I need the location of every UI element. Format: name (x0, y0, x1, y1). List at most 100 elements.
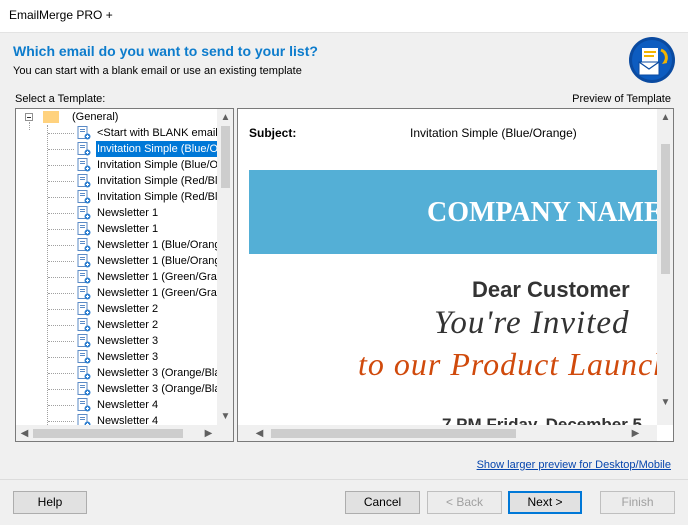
template-item-label: Newsletter 1 (97, 207, 159, 219)
template-item[interactable]: Newsletter 2 (16, 301, 217, 317)
cancel-button[interactable]: Cancel (345, 491, 420, 514)
scroll-right-icon[interactable]: ▶ (200, 425, 217, 441)
template-file-icon (77, 174, 91, 188)
preview-hscroll-thumb[interactable] (271, 429, 516, 438)
template-file-icon (77, 350, 91, 364)
template-item[interactable]: Newsletter 4 (16, 397, 217, 413)
template-file-icon (77, 190, 91, 204)
tree-vertical-scrollbar[interactable]: ▲ ▼ (217, 109, 233, 425)
tree-horizontal-scrollbar[interactable]: ◀ ▶ (16, 425, 217, 441)
template-file-icon (77, 398, 91, 412)
greeting-text: Dear Customer (472, 277, 630, 302)
template-item-label: Invitation Simple (Blue/Orange) (97, 159, 217, 171)
scroll-up-icon[interactable]: ▲ (217, 109, 233, 126)
template-item[interactable]: Newsletter 1 (Green/Gray) (16, 269, 217, 285)
template-item-label: Newsletter 3 (Orange/Black) (97, 383, 217, 395)
template-file-icon (77, 126, 91, 140)
template-file-icon (77, 238, 91, 252)
preview-horizontal-scrollbar[interactable]: ◀ ▶ (238, 425, 657, 441)
scroll-up-icon[interactable]: ▲ (657, 109, 673, 126)
template-item[interactable]: Invitation Simple (Blue/Orange) (16, 140, 217, 158)
template-item[interactable]: Newsletter 4 (16, 413, 217, 425)
larger-preview-link[interactable]: Show larger preview for Desktop/Mobile (477, 459, 671, 471)
template-file-icon (77, 222, 91, 236)
finish-button[interactable]: Finish (600, 491, 675, 514)
template-item[interactable]: Newsletter 3 (Orange/Black) (16, 381, 217, 397)
template-item[interactable]: <Start with BLANK email> (16, 125, 217, 141)
title-bar: EmailMerge PRO + (0, 0, 688, 33)
template-item-label: Newsletter 3 (97, 351, 159, 363)
scroll-right-icon[interactable]: ▶ (627, 425, 644, 441)
template-file-icon (77, 206, 91, 220)
template-item[interactable]: Newsletter 1 (Green/Gray) (16, 285, 217, 301)
template-file-icon (77, 366, 91, 380)
company-banner: COMPANY NAME (249, 170, 657, 254)
template-item-label: <Start with BLANK email> (97, 127, 217, 139)
subject-label: Subject: (249, 126, 297, 140)
tree-hscroll-thumb[interactable] (33, 429, 183, 438)
headline-text: You're Invited (434, 305, 630, 341)
template-file-icon (77, 158, 91, 172)
template-tree-list: (General) <Start with BLANK email> Invita… (16, 109, 217, 425)
page-subtitle: You can start with a blank email or use … (13, 65, 302, 77)
select-template-label: Select a Template: (15, 93, 106, 105)
template-item[interactable]: Newsletter 3 (16, 349, 217, 365)
template-item[interactable]: Newsletter 1 (Blue/Orange) (16, 237, 217, 253)
footer-divider (0, 479, 688, 480)
template-item-label: Newsletter 1 (Green/Gray) (97, 271, 217, 283)
next-button[interactable]: Next > (508, 491, 582, 514)
scroll-left-icon[interactable]: ◀ (251, 425, 268, 441)
template-file-icon (77, 254, 91, 268)
template-preview-content: Subject: Invitation Simple (Blue/Orange)… (238, 109, 657, 425)
template-file-icon (77, 302, 91, 316)
template-file-icon (77, 414, 91, 425)
template-item-label: Newsletter 1 (Blue/Orange) (97, 255, 217, 267)
company-name: COMPANY NAME (427, 197, 657, 228)
template-preview-pane[interactable]: Subject: Invitation Simple (Blue/Orange)… (237, 108, 674, 442)
preview-label: Preview of Template (572, 93, 671, 105)
preview-vertical-scrollbar[interactable]: ▲ ▼ (657, 109, 673, 425)
template-item[interactable]: Newsletter 1 (Blue/Orange) (16, 253, 217, 269)
template-item-label: Newsletter 2 (97, 303, 159, 315)
preview-vscroll-thumb[interactable] (661, 144, 670, 274)
template-item[interactable]: Invitation Simple (Red/Black) (16, 189, 217, 205)
template-file-icon (77, 382, 91, 396)
scroll-down-icon[interactable]: ▼ (657, 394, 673, 411)
scroll-down-icon[interactable]: ▼ (217, 408, 233, 425)
help-button[interactable]: Help (13, 491, 87, 514)
subject-value: Invitation Simple (Blue/Orange) (410, 126, 577, 140)
template-item-label: Newsletter 2 (97, 319, 159, 331)
template-item[interactable]: Newsletter 1 (16, 221, 217, 237)
template-file-icon (77, 318, 91, 332)
template-item[interactable]: Newsletter 2 (16, 317, 217, 333)
template-item-label: Newsletter 1 (Blue/Orange) (97, 239, 217, 251)
template-item-label: Invitation Simple (Blue/Orange) (95, 140, 217, 158)
date-line: 7 PM Friday, December 5 (442, 415, 642, 425)
tree-root-general[interactable]: (General) (16, 109, 217, 125)
template-item[interactable]: Newsletter 1 (16, 205, 217, 221)
page-heading: Which email do you want to send to your … (13, 43, 318, 59)
template-file-icon (77, 334, 91, 348)
subheadline-text: to our Product Launch (358, 346, 657, 382)
template-item-label: Newsletter 4 (97, 415, 159, 425)
scroll-left-icon[interactable]: ◀ (16, 425, 33, 441)
template-item-label: Newsletter 3 (97, 335, 159, 347)
template-item[interactable]: Newsletter 3 (16, 333, 217, 349)
tree-vscroll-thumb[interactable] (221, 126, 230, 188)
template-item[interactable]: Invitation Simple (Blue/Orange) (16, 157, 217, 173)
scroll-corner (217, 425, 233, 441)
template-file-icon (77, 142, 91, 156)
template-item[interactable]: Invitation Simple (Red/Black) (16, 173, 217, 189)
template-item-label: Newsletter 3 (Orange/Black) (97, 367, 217, 379)
tree-root-label: (General) (72, 111, 119, 123)
template-item[interactable]: Newsletter 3 (Orange/Black) (16, 365, 217, 381)
collapse-icon[interactable] (25, 113, 33, 121)
email-merge-logo-icon (629, 37, 675, 83)
back-button[interactable]: < Back (427, 491, 502, 514)
template-file-icon (77, 270, 91, 284)
template-item-label: Newsletter 4 (97, 399, 159, 411)
template-item-label: Newsletter 1 (97, 223, 159, 235)
template-tree[interactable]: (General) <Start with BLANK email> Invita… (15, 108, 234, 442)
template-item-label: Invitation Simple (Red/Black) (97, 191, 217, 203)
template-item-label: Newsletter 1 (Green/Gray) (97, 287, 217, 299)
